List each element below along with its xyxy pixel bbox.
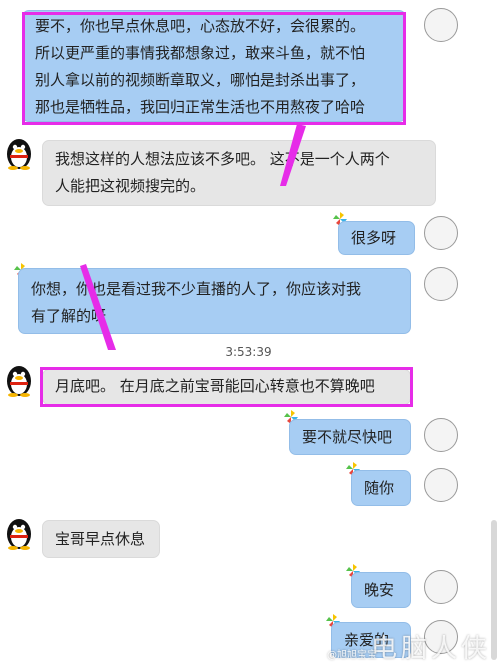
watermark-handle: @旭旭宝宝: [327, 650, 377, 661]
scrollbar[interactable]: [491, 520, 497, 660]
arrow-annotation-icon: [80, 124, 306, 350]
watermark: 电脑人侠: [370, 634, 491, 664]
